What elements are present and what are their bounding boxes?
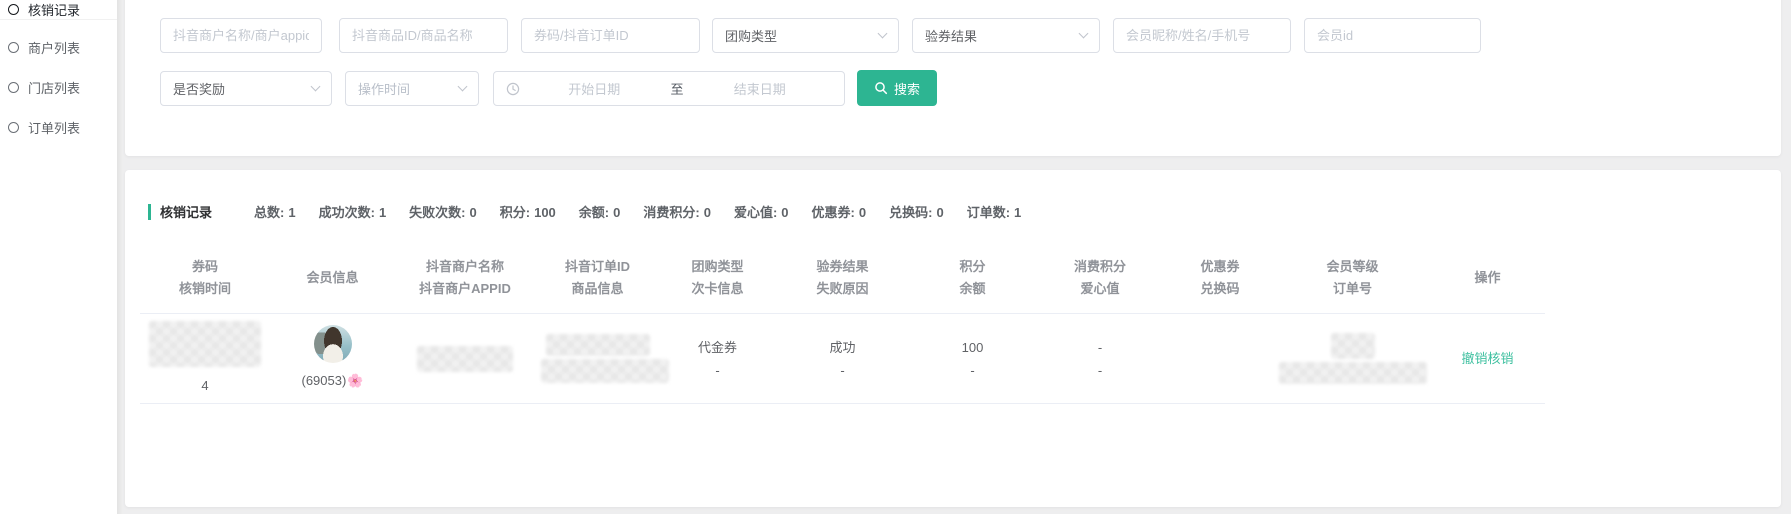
sidebar-item-label: 门店列表 — [28, 78, 80, 97]
cell-group-type: 代金券 - — [660, 314, 775, 403]
accent-bar — [148, 204, 151, 220]
date-end-placeholder[interactable]: 结束日期 — [688, 79, 833, 98]
stat-orders: 订单数:1 — [967, 202, 1022, 221]
stat-love-value: 爱心值:0 — [734, 202, 789, 221]
redacted-coupon-code — [149, 321, 261, 367]
member-id-input[interactable] — [1304, 18, 1481, 53]
sidebar-item-label: 核销记录 — [28, 0, 80, 19]
group-type-select-value: 团购类型 — [725, 26, 777, 45]
redacted-member-level — [1331, 333, 1375, 359]
redacted-order-number — [1279, 362, 1427, 384]
redacted-order-id — [546, 334, 650, 356]
sidebar-scrollbar[interactable] — [117, 0, 123, 514]
card-info-value: - — [715, 359, 719, 382]
verify-result-value: 成功 — [829, 336, 855, 359]
stat-success-count: 成功次数:1 — [319, 202, 387, 221]
group-type-value: 代金券 — [698, 336, 737, 359]
col-header-verify-result: 验券结果失败原因 — [775, 253, 910, 303]
date-start-placeholder[interactable]: 开始日期 — [522, 79, 667, 98]
date-range-picker[interactable]: 开始日期 至 结束日期 — [493, 71, 845, 106]
col-header-member-level: 会员等级订单号 — [1275, 253, 1430, 303]
search-icon — [874, 81, 888, 95]
sidebar-item-label: 商户列表 — [28, 38, 80, 57]
stat-coupons: 优惠券:0 — [812, 202, 867, 221]
records-table: 券码核销时间 会员信息 抖音商户名称抖音商户APPID 抖音订单ID商品信息 团… — [140, 253, 1545, 404]
search-button[interactable]: 搜索 — [857, 70, 937, 106]
operation-time-select[interactable]: 操作时间 — [345, 71, 479, 106]
member-avatar[interactable] — [314, 325, 352, 363]
cell-verify-result: 成功 - — [775, 314, 910, 403]
member-id: (69053) — [302, 369, 347, 392]
col-header-order-id: 抖音订单ID商品信息 — [535, 253, 660, 303]
points-value: 100 — [962, 336, 984, 359]
revoke-verification-link[interactable]: 撤销核销 — [1461, 347, 1513, 370]
cell-consume-points: - - — [1035, 314, 1165, 403]
cell-coupon-code: 4 — [140, 314, 270, 403]
stat-balance: 余额:0 — [579, 202, 621, 221]
member-nickname-input[interactable] — [1113, 18, 1291, 53]
table-header-row: 券码核销时间 会员信息 抖音商户名称抖音商户APPID 抖音订单ID商品信息 团… — [140, 253, 1545, 314]
verify-result-select-value: 验券结果 — [925, 26, 977, 45]
balance-value: - — [970, 359, 974, 382]
cell-actions: 撤销核销 — [1430, 314, 1545, 403]
stat-consume-points: 消费积分:0 — [643, 202, 711, 221]
reward-select[interactable]: 是否奖励 — [160, 71, 332, 106]
product-id-input[interactable] — [339, 18, 508, 53]
records-panel: 核销记录 总数:1 成功次数:1 失败次数:0 积分:100 余额:0 消费积分… — [125, 170, 1781, 507]
redacted-merchant-name — [417, 346, 513, 372]
summary-strip: 核销记录 总数:1 成功次数:1 失败次数:0 积分:100 余额:0 消费积分… — [148, 202, 1044, 221]
sidebar-divider — [0, 19, 117, 20]
col-header-coupons: 优惠券兑换码 — [1165, 253, 1275, 303]
stat-total: 总数:1 — [254, 202, 296, 221]
chevron-down-icon — [311, 82, 321, 92]
sidebar-item-merchant-list[interactable]: 商户列表 — [0, 32, 117, 62]
circle-icon — [8, 4, 19, 15]
group-type-select[interactable]: 团购类型 — [712, 18, 899, 53]
cell-points: 100 - — [910, 314, 1035, 403]
date-range-separator: 至 — [667, 79, 688, 98]
stat-redeem-codes: 兑换码:0 — [889, 202, 944, 221]
table-row: 4 (69053) 🌸 代金券 - 成功 - — [140, 314, 1545, 404]
chevron-down-icon — [1079, 29, 1089, 39]
circle-icon — [8, 42, 19, 53]
cell-member-info: (69053) 🌸 — [270, 314, 395, 403]
stat-points: 积分:100 — [500, 202, 556, 221]
merchant-name-input[interactable] — [160, 18, 322, 53]
sidebar-item-verification-records[interactable]: 核销记录 — [0, 0, 117, 24]
panel-title: 核销记录 — [160, 202, 212, 221]
clock-icon — [506, 82, 520, 96]
col-header-group-type: 团购类型次卡信息 — [660, 253, 775, 303]
col-header-consume-points: 消费积分爱心值 — [1035, 253, 1165, 303]
love-value: - — [1098, 359, 1102, 382]
verify-result-select[interactable]: 验券结果 — [912, 18, 1100, 53]
chevron-down-icon — [878, 29, 888, 39]
sidebar-item-store-list[interactable]: 门店列表 — [0, 72, 117, 102]
filter-panel: 团购类型 验券结果 是否奖励 操作时间 开始日期 至 结束日期 — [125, 0, 1781, 156]
redacted-product-info — [541, 359, 669, 383]
coupon-count: 4 — [201, 374, 208, 397]
reward-select-value: 是否奖励 — [173, 79, 225, 98]
col-header-merchant: 抖音商户名称抖音商户APPID — [395, 253, 535, 303]
cell-order-id — [535, 314, 660, 403]
cell-member-level — [1275, 314, 1430, 403]
consume-points-value: - — [1098, 336, 1102, 359]
circle-icon — [8, 122, 19, 133]
col-header-actions: 操作 — [1430, 253, 1545, 303]
fail-reason-value: - — [840, 359, 844, 382]
operation-time-placeholder: 操作时间 — [358, 79, 410, 98]
coupon-code-input[interactable] — [521, 18, 700, 53]
sidebar-item-order-list[interactable]: 订单列表 — [0, 112, 117, 142]
flower-badge-icon: 🌸 — [347, 369, 363, 392]
stat-fail-count: 失败次数:0 — [409, 202, 477, 221]
chevron-down-icon — [458, 82, 468, 92]
circle-icon — [8, 82, 19, 93]
col-header-points: 积分余额 — [910, 253, 1035, 303]
col-header-coupon-code: 券码核销时间 — [140, 253, 270, 303]
cell-merchant — [395, 314, 535, 403]
col-header-member-info: 会员信息 — [270, 253, 395, 303]
search-button-label: 搜索 — [894, 79, 920, 98]
sidebar: 核销记录 商户列表 门店列表 订单列表 — [0, 0, 117, 514]
cell-coupons — [1165, 314, 1275, 403]
sidebar-item-label: 订单列表 — [28, 118, 80, 137]
